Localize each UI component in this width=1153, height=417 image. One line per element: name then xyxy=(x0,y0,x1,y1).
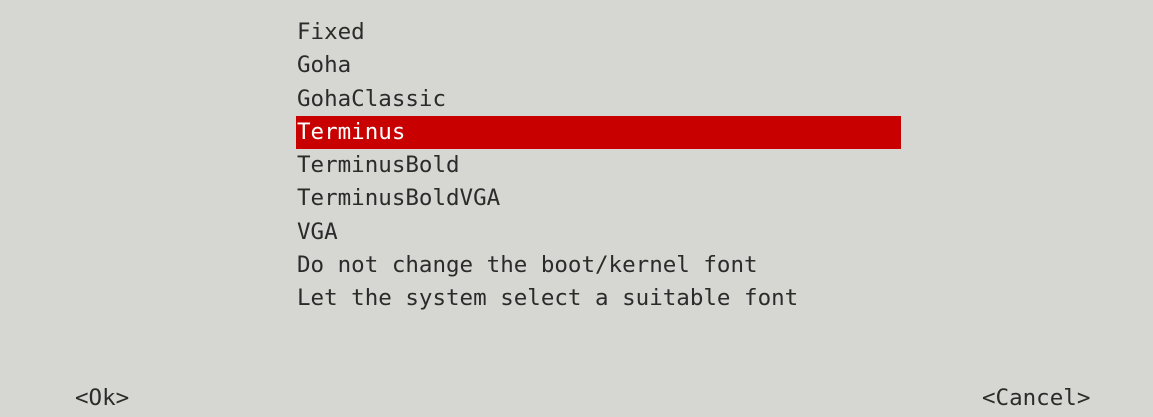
ok-button[interactable]: <Ok> xyxy=(75,382,129,415)
menu-item-fixed[interactable]: Fixed xyxy=(296,16,901,49)
console-font-dialog: Fixed Goha GohaClassic Terminus Terminus… xyxy=(0,0,1153,417)
menu-item-terminus-bold[interactable]: TerminusBold xyxy=(296,149,901,182)
menu-item-terminus-bold-vga[interactable]: TerminusBoldVGA xyxy=(296,182,901,215)
cancel-button[interactable]: <Cancel> xyxy=(982,382,1090,415)
font-options-list: Fixed Goha GohaClassic Terminus Terminus… xyxy=(296,16,901,316)
menu-item-goha[interactable]: Goha xyxy=(296,49,901,82)
menu-item-goha-classic[interactable]: GohaClassic xyxy=(296,83,901,116)
menu-item-let-system-select[interactable]: Let the system select a suitable font xyxy=(296,282,901,315)
menu-item-vga[interactable]: VGA xyxy=(296,216,901,249)
menu-item-terminus[interactable]: Terminus xyxy=(296,115,901,150)
menu-item-do-not-change[interactable]: Do not change the boot/kernel font xyxy=(296,249,901,282)
